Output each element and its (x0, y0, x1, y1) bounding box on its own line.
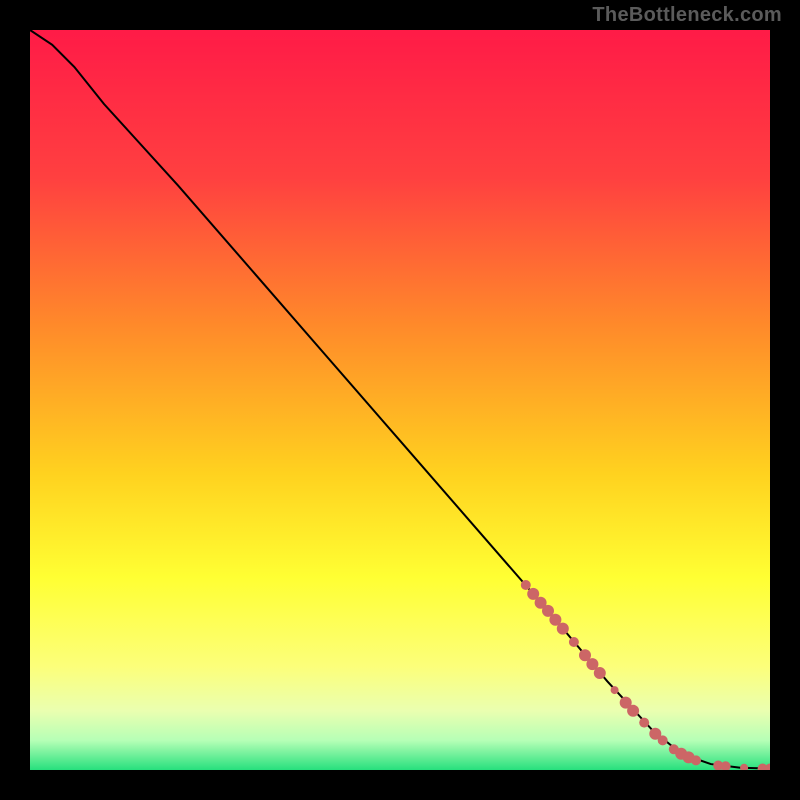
curve-marker (594, 667, 606, 679)
curve-marker (569, 637, 579, 647)
chart-container: TheBottleneck.com (0, 0, 800, 800)
watermark-text: TheBottleneck.com (592, 4, 782, 27)
curve-marker (611, 686, 619, 694)
curve-marker (658, 735, 668, 745)
curve-marker (627, 705, 639, 717)
curve-marker (521, 580, 531, 590)
curve-chart (30, 30, 770, 770)
curve-marker (639, 718, 649, 728)
curve-marker (557, 623, 569, 635)
curve-marker (691, 755, 701, 765)
plot-background (30, 30, 770, 770)
